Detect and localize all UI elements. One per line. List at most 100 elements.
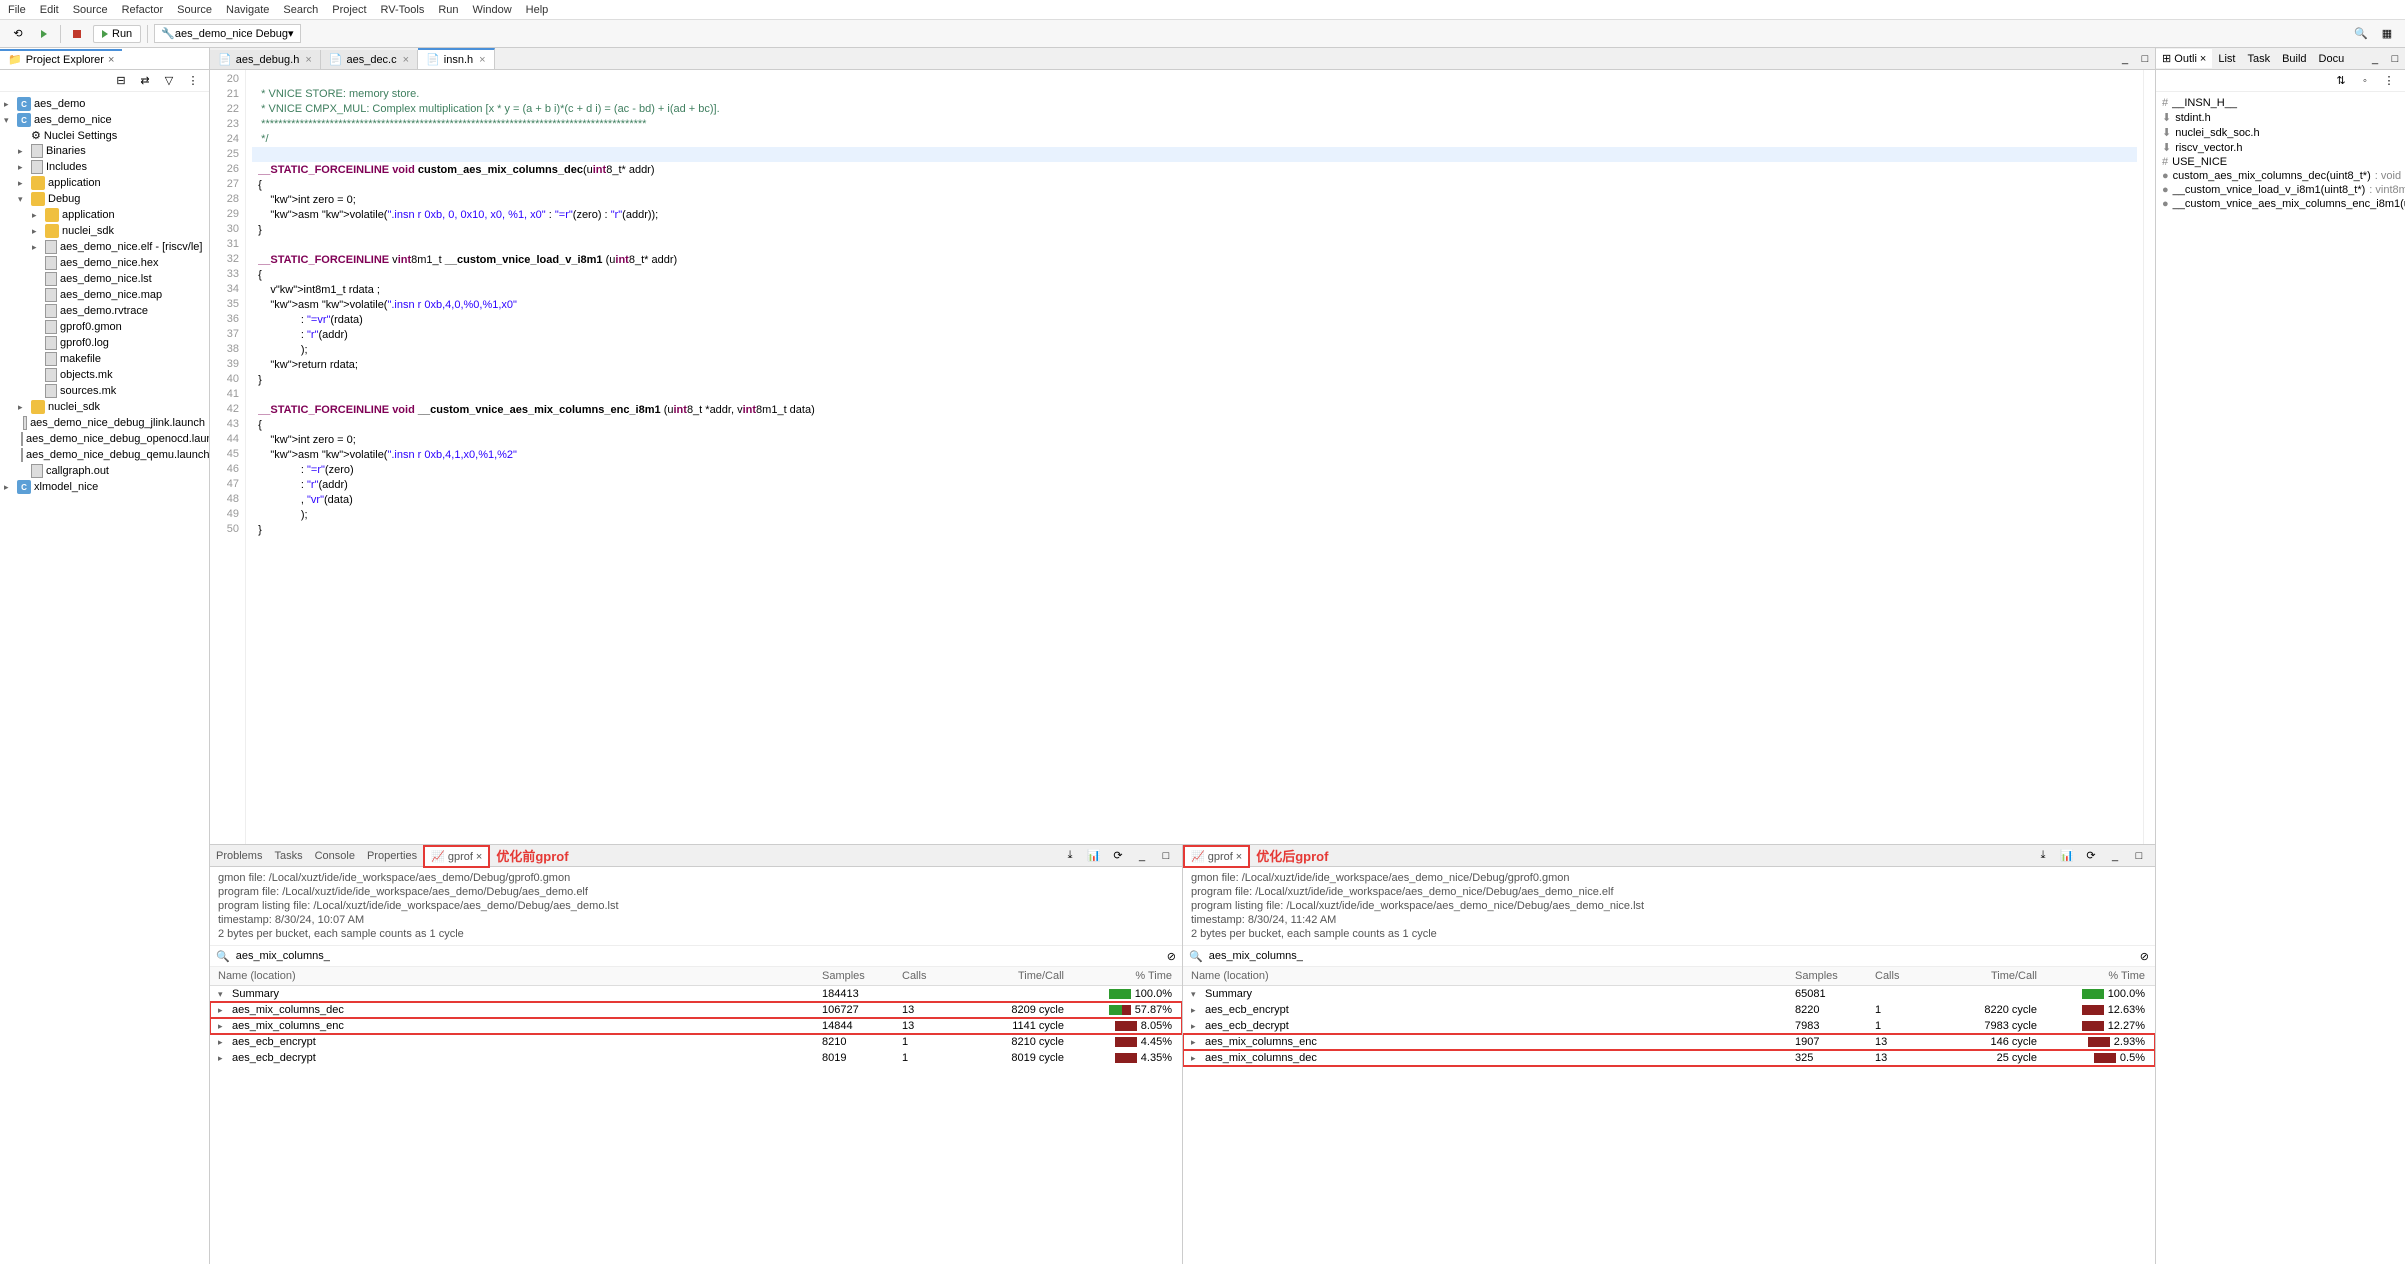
debug-config-dropdown[interactable]: 🔧 aes_demo_nice Debug ▾ xyxy=(154,24,300,43)
menu-project[interactable]: Project xyxy=(332,4,366,16)
refresh-icon[interactable]: ⟳ xyxy=(1108,846,1128,866)
gprof-row[interactable]: ▸aes_mix_columns_dec 106727 13 8209 cycl… xyxy=(210,1002,1182,1018)
export-icon[interactable]: ⤓ xyxy=(2033,846,2053,866)
expand-arrow[interactable]: ▸ xyxy=(18,146,28,157)
gprof-row[interactable]: ▸aes_mix_columns_enc 1907 13 146 cycle 2… xyxy=(1183,1034,2155,1050)
menu-icon[interactable]: ⋮ xyxy=(183,71,203,91)
gprof-row[interactable]: ▸aes_ecb_encrypt 8210 1 8210 cycle 4.45% xyxy=(210,1034,1182,1050)
col-name[interactable]: Name (location) xyxy=(1183,970,1795,982)
outline-item[interactable]: ●__custom_vnice_aes_mix_columns_enc_i8m1… xyxy=(2162,197,2399,211)
hide-fields-icon[interactable]: ◦ xyxy=(2355,71,2375,91)
expand-arrow[interactable]: ▸ xyxy=(218,1053,228,1064)
tree-node[interactable]: aes_demo_nice_debug_jlink.launch xyxy=(0,415,209,431)
outline-tab-task[interactable]: Task xyxy=(2241,50,2276,68)
expand-arrow[interactable]: ▸ xyxy=(218,1021,228,1032)
tree-node[interactable]: gprof0.gmon xyxy=(0,319,209,335)
bottom-tab-problems[interactable]: Problems xyxy=(210,847,268,865)
gprof-tab-right[interactable]: 📈 gprof × xyxy=(1183,845,1250,868)
outline-item[interactable]: ●__custom_vnice_load_v_i8m1(uint8_t*): v… xyxy=(2162,183,2399,197)
tree-node[interactable]: aes_demo_nice_debug_openocd.launch xyxy=(0,431,209,447)
chart-icon[interactable]: 📊 xyxy=(2057,846,2077,866)
expand-arrow[interactable]: ▸ xyxy=(4,99,14,110)
outline-tab-list[interactable]: List xyxy=(2212,50,2241,68)
tree-node[interactable]: aes_demo_nice.map xyxy=(0,287,209,303)
run-button[interactable]: Run xyxy=(93,25,141,43)
refresh-icon[interactable]: ⟳ xyxy=(2081,846,2101,866)
expand-arrow[interactable]: ▾ xyxy=(18,194,28,205)
outline-item[interactable]: #USE_NICE xyxy=(2162,155,2399,169)
expand-arrow[interactable]: ▸ xyxy=(1191,1037,1201,1048)
expand-arrow[interactable]: ▸ xyxy=(32,226,42,237)
tree-node[interactable]: ▸nuclei_sdk xyxy=(0,399,209,415)
editor-tab[interactable]: 📄insn.h× xyxy=(418,48,495,69)
outline-item[interactable]: ⬇stdint.h xyxy=(2162,110,2399,125)
outline-item[interactable]: ●custom_aes_mix_columns_dec(uint8_t*): v… xyxy=(2162,169,2399,183)
export-icon[interactable]: ⤓ xyxy=(1060,846,1080,866)
expand-arrow[interactable]: ▾ xyxy=(4,115,14,126)
stop-button[interactable] xyxy=(67,24,87,44)
link-editor-icon[interactable]: ⇄ xyxy=(135,71,155,91)
menu-file[interactable]: File xyxy=(8,4,26,16)
expand-arrow[interactable]: ▸ xyxy=(4,482,14,493)
col-time[interactable]: Time/Call xyxy=(1945,970,2045,982)
tree-node[interactable]: ▸nuclei_sdk xyxy=(0,223,209,239)
bottom-tab-tasks[interactable]: Tasks xyxy=(268,847,308,865)
maximize-icon[interactable]: □ xyxy=(2385,49,2405,69)
col-name[interactable]: Name (location) xyxy=(210,970,822,982)
close-icon[interactable]: × xyxy=(1236,851,1242,863)
tree-node[interactable]: aes_demo.rvtrace xyxy=(0,303,209,319)
col-calls[interactable]: Calls xyxy=(1875,970,1945,982)
tree-node[interactable]: ▾Caes_demo_nice xyxy=(0,112,209,128)
tree-node[interactable]: ▸Cxlmodel_nice xyxy=(0,479,209,495)
tree-node[interactable]: aes_demo_nice_debug_qemu.launch xyxy=(0,447,209,463)
menu-icon[interactable]: ⋮ xyxy=(2379,71,2399,91)
expand-arrow[interactable]: ▸ xyxy=(1191,1021,1201,1032)
outline-tab-docu[interactable]: Docu xyxy=(2313,50,2351,68)
minimize-icon[interactable]: _ xyxy=(2105,846,2125,866)
editor-tab[interactable]: 📄aes_dec.c× xyxy=(321,50,418,69)
menu-rv-tools[interactable]: RV-Tools xyxy=(381,4,425,16)
gprof-search-input[interactable] xyxy=(234,948,1163,964)
outline-item[interactable]: ⬇nuclei_sdk_soc.h xyxy=(2162,125,2399,140)
col-samples[interactable]: Samples xyxy=(822,970,902,982)
clear-search-icon[interactable]: ⊘ xyxy=(1167,950,1176,963)
tree-node[interactable]: gprof0.log xyxy=(0,335,209,351)
maximize-icon[interactable]: □ xyxy=(1156,846,1176,866)
expand-arrow[interactable]: ▸ xyxy=(32,242,42,253)
tree-node[interactable]: ▾Debug xyxy=(0,191,209,207)
col-time[interactable]: Time/Call xyxy=(972,970,1072,982)
expand-arrow[interactable]: ▸ xyxy=(218,1005,228,1016)
tree-node[interactable]: aes_demo_nice.lst xyxy=(0,271,209,287)
tree-node[interactable]: ▸application xyxy=(0,175,209,191)
bottom-tab-console[interactable]: Console xyxy=(309,847,361,865)
clear-search-icon[interactable]: ⊘ xyxy=(2140,950,2149,963)
outline-item[interactable]: ⬇riscv_vector.h xyxy=(2162,140,2399,155)
search-icon[interactable]: 🔍 xyxy=(2351,24,2371,44)
expand-arrow[interactable]: ▸ xyxy=(18,178,28,189)
expand-arrow[interactable]: ▸ xyxy=(18,402,28,413)
close-icon[interactable]: × xyxy=(108,54,114,66)
sort-icon[interactable]: ⇅ xyxy=(2331,71,2351,91)
gprof-search-input[interactable] xyxy=(1207,948,2136,964)
gprof-row[interactable]: ▸aes_mix_columns_enc 14844 13 1141 cycle… xyxy=(210,1018,1182,1034)
col-samples[interactable]: Samples xyxy=(1795,970,1875,982)
tree-node[interactable]: makefile xyxy=(0,351,209,367)
menu-window[interactable]: Window xyxy=(473,4,512,16)
outline-tab-build[interactable]: Build xyxy=(2276,50,2312,68)
col-calls[interactable]: Calls xyxy=(902,970,972,982)
gprof-row[interactable]: ▸aes_ecb_decrypt 7983 1 7983 cycle 12.27… xyxy=(1183,1018,2155,1034)
open-type-icon[interactable]: ▦ xyxy=(2377,24,2397,44)
menu-run[interactable]: Run xyxy=(438,4,458,16)
bottom-tab-gprof[interactable]: 📈 gprof × xyxy=(423,845,490,868)
editor-tab[interactable]: 📄aes_debug.h× xyxy=(210,50,321,69)
expand-arrow[interactable]: ▾ xyxy=(1191,989,1201,1000)
menu-edit[interactable]: Edit xyxy=(40,4,59,16)
bottom-tab-properties[interactable]: Properties xyxy=(361,847,423,865)
expand-arrow[interactable]: ▸ xyxy=(218,1037,228,1048)
tree-node[interactable]: aes_demo_nice.hex xyxy=(0,255,209,271)
outline-item[interactable]: #__INSN_H__ xyxy=(2162,96,2399,110)
tree-node[interactable]: ▸aes_demo_nice.elf - [riscv/le] xyxy=(0,239,209,255)
gprof-row[interactable]: ▸aes_ecb_encrypt 8220 1 8220 cycle 12.63… xyxy=(1183,1002,2155,1018)
menu-help[interactable]: Help xyxy=(526,4,549,16)
minimize-icon[interactable]: _ xyxy=(2115,49,2135,69)
